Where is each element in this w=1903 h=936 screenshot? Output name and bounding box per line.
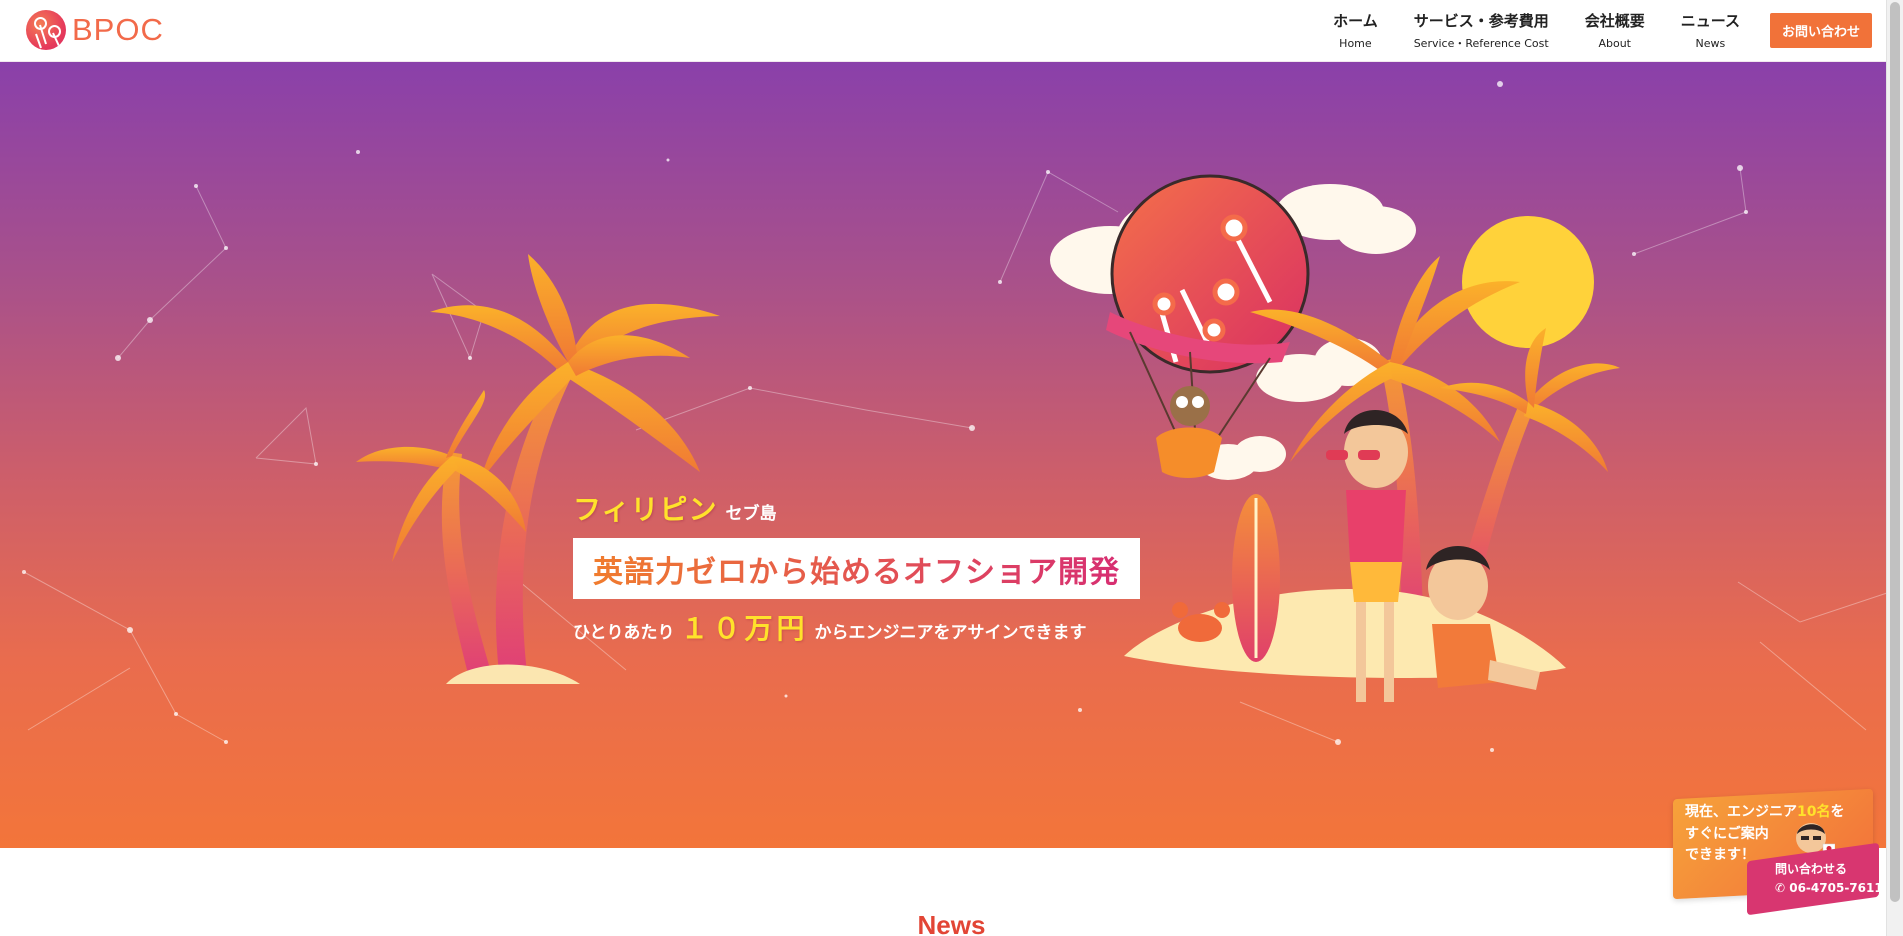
site-header: BPOC ホーム Home サービス・参考費用 Service・Referenc…	[0, 0, 1903, 62]
nav-label-en: Service・Reference Cost	[1413, 36, 1549, 50]
hot-air-balloon	[1106, 174, 1310, 478]
logo-icon	[26, 10, 66, 50]
logo[interactable]: BPOC	[26, 10, 164, 50]
phone-icon: ✆	[1775, 880, 1790, 895]
scrollbar-thumb[interactable]	[1890, 2, 1900, 902]
hero-location-island: セブ島	[725, 504, 777, 524]
nav-item-service[interactable]: サービス・参考費用 Service・Reference Cost	[1396, 0, 1567, 62]
nav-label-en: About	[1598, 36, 1631, 50]
widget-line1-a: 現在、エンジニア	[1685, 804, 1797, 820]
hero-location: フィリピン セブ島	[573, 488, 1173, 528]
page-scrollbar[interactable]	[1886, 0, 1903, 936]
sun-shape	[1462, 216, 1594, 348]
tropical-illustration	[356, 174, 1620, 702]
contact-button[interactable]: お問い合わせ	[1770, 13, 1872, 48]
main-nav: ホーム Home サービス・参考費用 Service・Reference Cos…	[1315, 0, 1758, 62]
nav-label-en: News	[1695, 36, 1726, 50]
hero-headline-panel: 英語力ゼロから始めるオフショア開発	[573, 538, 1140, 599]
page: BPOC ホーム Home サービス・参考費用 Service・Referenc…	[0, 0, 1903, 936]
hero-headline: 英語力ゼロから始めるオフショア開発	[593, 547, 1120, 591]
hero-subline: ひとりあたり １０万円 からエンジニアをアサインできます	[573, 607, 1173, 647]
hero-price: １０万円	[680, 612, 809, 645]
news-section-title: News	[917, 910, 986, 936]
nav-label-jp: サービス・参考費用	[1413, 11, 1549, 30]
nav-label-en: Home	[1333, 36, 1379, 52]
floating-contact-widget[interactable]: 現在、エンジニア10名を すぐにご案内 できます！ 問い合わせる ✆ 06-47…	[1663, 788, 1883, 920]
nav-label-jp: 会社概要	[1584, 11, 1645, 30]
nav-item-home[interactable]: ホーム Home	[1315, 0, 1396, 62]
nav-item-news[interactable]: ニュース News	[1663, 0, 1758, 62]
logo-text: BPOC	[72, 12, 164, 47]
nav-label-jp: ホーム	[1333, 11, 1378, 30]
hero-subline-suffix: からエンジニアをアサインできます	[814, 623, 1087, 643]
hero-copy: フィリピン セブ島 英語力ゼロから始めるオフショア開発 ひとりあたり １０万円 …	[573, 488, 1173, 647]
hero-location-country: フィリピン	[573, 493, 718, 526]
hero-subline-prefix: ひとりあたり	[573, 623, 675, 643]
nav-item-about[interactable]: 会社概要 About	[1567, 0, 1663, 62]
widget-phone-number: 06-4705-7611	[1789, 880, 1883, 895]
widget-call-text[interactable]: 問い合わせる ✆ 06-4705-7611	[1775, 860, 1883, 897]
nav-label-jp: ニュース	[1680, 11, 1740, 30]
widget-call-label: 問い合わせる	[1775, 862, 1848, 876]
hero-section: フィリピン セブ島 英語力ゼロから始めるオフショア開発 ひとりあたり １０万円 …	[0, 62, 1903, 848]
